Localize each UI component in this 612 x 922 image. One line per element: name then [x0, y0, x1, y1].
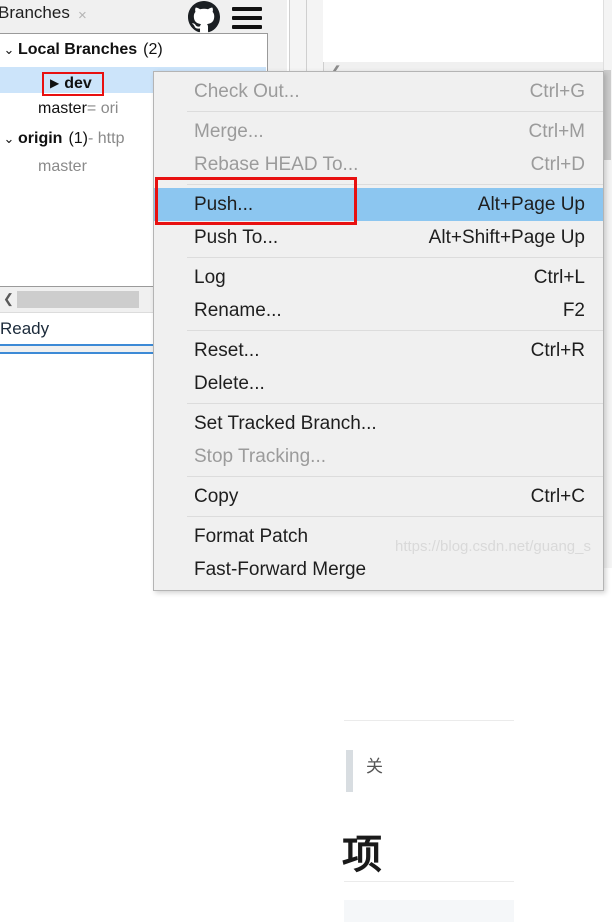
tree-label-origin: origin: [18, 130, 63, 147]
menu-item-shortcut: Ctrl+G: [529, 80, 585, 102]
menu-item-label: Check Out...: [194, 80, 300, 102]
menu-item-fast-forward-merge[interactable]: Fast-Forward Merge: [154, 553, 603, 586]
menu-separator: [187, 330, 603, 331]
menu-item-shortcut: Ctrl+D: [530, 153, 585, 175]
tab-branches[interactable]: Branches: [0, 3, 70, 23]
status-text: Ready: [0, 318, 50, 338]
menu-item-shortcut: Ctrl+L: [533, 266, 585, 288]
tree-label-local-branches: Local Branches: [18, 41, 138, 58]
document-left-gutter: [0, 352, 155, 570]
close-icon[interactable]: ×: [78, 7, 87, 24]
document-quote-bar: [346, 750, 353, 792]
menu-separator: [187, 516, 603, 517]
menu-item-label: Rename...: [194, 299, 282, 321]
menu-item-label: Reset...: [194, 339, 260, 361]
menu-item-set-tracked-branch[interactable]: Set Tracked Branch...: [154, 407, 603, 440]
menu-item-shortcut: Ctrl+R: [530, 339, 585, 361]
menu-item-label: Format Patch: [194, 525, 309, 547]
watermark-text: https://blog.csdn.net/guang_s: [395, 538, 591, 555]
tree-suffix-master-local: = ori: [86, 100, 119, 117]
menu-item-rebase-head-to: Rebase HEAD To... Ctrl+D: [154, 148, 603, 181]
menu-separator: [187, 476, 603, 477]
document-code-block: [344, 900, 514, 922]
tree-label-master-remote: master: [38, 158, 87, 175]
menu-item-label: Merge...: [194, 120, 264, 142]
horizontal-scrollbar-thumb[interactable]: [17, 290, 139, 308]
menu-item-delete[interactable]: Delete...: [154, 367, 603, 400]
menu-item-shortcut: F2: [562, 299, 585, 321]
window-scrollbar-thumb[interactable]: [604, 70, 611, 160]
document-heading: 项: [342, 833, 384, 877]
current-branch-marker-icon: ▶: [50, 76, 60, 90]
menu-item-label: Rebase HEAD To...: [194, 153, 359, 175]
menu-item-label: Push...: [194, 193, 254, 215]
menu-separator: [187, 403, 603, 404]
menu-separator: [187, 257, 603, 258]
menu-item-label: Copy: [194, 485, 239, 507]
menu-item-label: Stop Tracking...: [194, 445, 327, 467]
menu-item-shortcut: Alt+Shift+Page Up: [428, 226, 585, 248]
menu-item-reset[interactable]: Reset... Ctrl+R: [154, 334, 603, 367]
menu-item-label: Log: [194, 266, 226, 288]
document-rule-top: [344, 720, 514, 721]
menu-item-rename[interactable]: Rename... F2: [154, 294, 603, 327]
menu-item-push[interactable]: Push... Alt+Page Up: [154, 188, 603, 221]
menu-item-merge: Merge... Ctrl+M: [154, 115, 603, 148]
menu-item-check-out: Check Out... Ctrl+G: [154, 75, 603, 108]
menu-item-shortcut: Ctrl+C: [530, 485, 585, 507]
hamburger-menu-icon[interactable]: [232, 7, 262, 29]
menu-item-log[interactable]: Log Ctrl+L: [154, 261, 603, 294]
menu-item-label: Fast-Forward Merge: [194, 558, 367, 580]
menu-item-stop-tracking: Stop Tracking...: [154, 440, 603, 473]
document-quote-text: 关: [366, 757, 384, 776]
dev-branch-annotation-box: ▶ dev: [42, 72, 104, 96]
chevron-down-icon[interactable]: ⌄: [0, 131, 18, 147]
menu-item-shortcut: Alt+Page Up: [477, 193, 585, 215]
panel-tab-bar: Branches ×: [0, 0, 287, 33]
menu-separator: [187, 184, 603, 185]
tree-count-origin: (1): [68, 130, 88, 147]
tree-count-local-branches: (2): [143, 41, 163, 58]
menu-item-label: Set Tracked Branch...: [194, 412, 377, 434]
scroll-left-arrow-icon[interactable]: ❮: [0, 291, 17, 307]
github-octocat-icon: [188, 1, 220, 33]
chevron-down-icon[interactable]: ⌄: [0, 42, 18, 58]
branch-context-menu[interactable]: Check Out... Ctrl+G Merge... Ctrl+M Rebase H…: [153, 71, 604, 591]
tree-label-dev: dev: [64, 75, 92, 92]
menu-item-label: Push To...: [194, 226, 279, 248]
tree-label-master-local: master: [38, 100, 87, 117]
menu-separator: [187, 111, 603, 112]
document-rule-bottom: [344, 881, 514, 882]
tree-group-local-branches[interactable]: ⌄ Local Branches (2): [0, 37, 266, 63]
menu-item-label: Delete...: [194, 372, 265, 394]
menu-item-push-to[interactable]: Push To... Alt+Shift+Page Up: [154, 221, 603, 254]
menu-item-shortcut: Ctrl+M: [528, 120, 585, 142]
tree-suffix-origin: - http: [88, 130, 125, 147]
menu-item-copy[interactable]: Copy Ctrl+C: [154, 480, 603, 513]
